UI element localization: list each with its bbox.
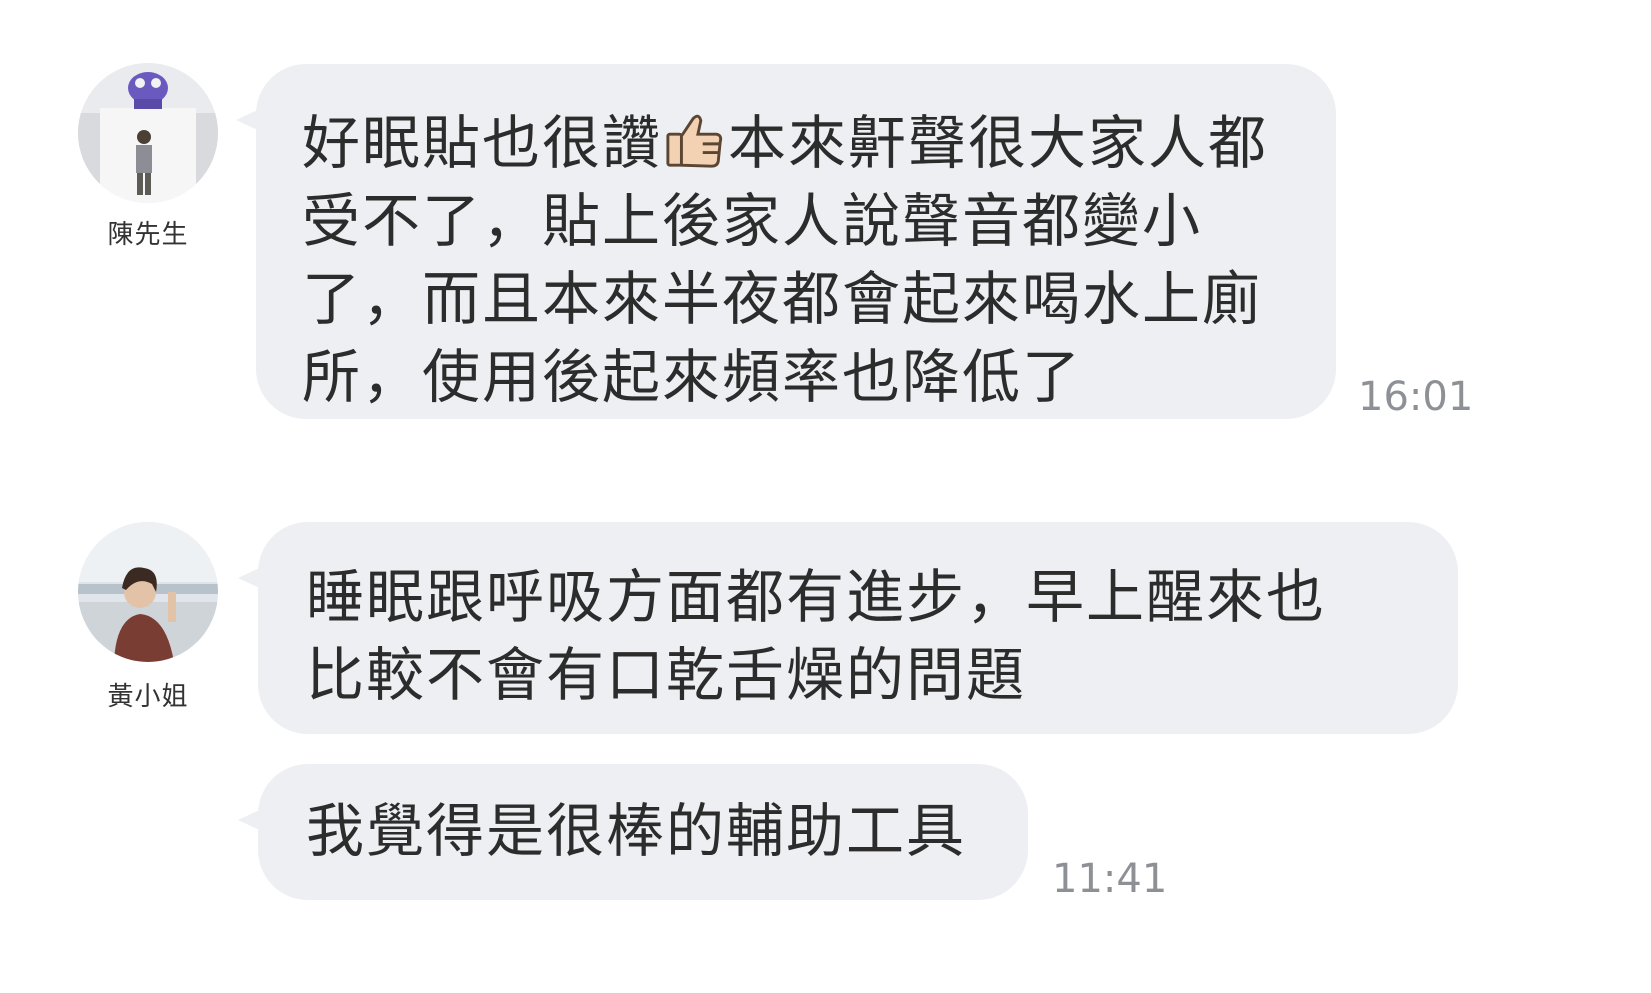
avatar-huang[interactable] (78, 522, 218, 662)
user-avatar-icon (78, 522, 218, 662)
message-line: 所，使用後起來頻率也降低了 (302, 343, 1083, 411)
message-bubble-chen[interactable]: 好眠貼也很讚 本來鼾聲很大家人都 受不了，貼上後家人說聲音都變小 了，而且本來半夜… (256, 64, 1336, 419)
avatar-chen[interactable] (78, 63, 218, 203)
message-text: 本來鼾聲很大家人都 (728, 109, 1269, 177)
message-line: 好眠貼也很讚 本來鼾聲很大家人都 (302, 104, 1336, 182)
message-line: 受不了，貼上後家人說聲音都變小 (302, 187, 1203, 255)
sender-name-huang: 黃小姐 (107, 682, 189, 712)
message-bubble-huang-1[interactable]: 睡眠跟呼吸方面都有進步，早上醒來也 比較不會有口乾舌燥的問題 (258, 522, 1458, 734)
timestamp: 11:41 (1052, 856, 1168, 902)
timestamp: 16:01 (1358, 374, 1474, 420)
message-line: 我覺得是很棒的輔助工具 (306, 797, 967, 865)
sender-name-chen: 陳先生 (107, 220, 189, 250)
message-line: 比較不會有口乾舌燥的問題 (306, 641, 1027, 709)
user-avatar-icon (78, 63, 218, 203)
chat-screen: 陳先生 好眠貼也很讚 本來鼾聲很大家人都 受不了，貼上後家人說聲音都變小 了，而且… (0, 0, 1651, 993)
message-line: 了，而且本來半夜都會起來喝水上廁 (302, 265, 1263, 333)
message-text: 好眠貼也很讚 (302, 109, 663, 177)
thumbs-up-icon (666, 114, 723, 168)
message-line: 睡眠跟呼吸方面都有進步，早上醒來也 (306, 563, 1327, 631)
message-bubble-huang-2[interactable]: 我覺得是很棒的輔助工具 (258, 764, 1028, 900)
